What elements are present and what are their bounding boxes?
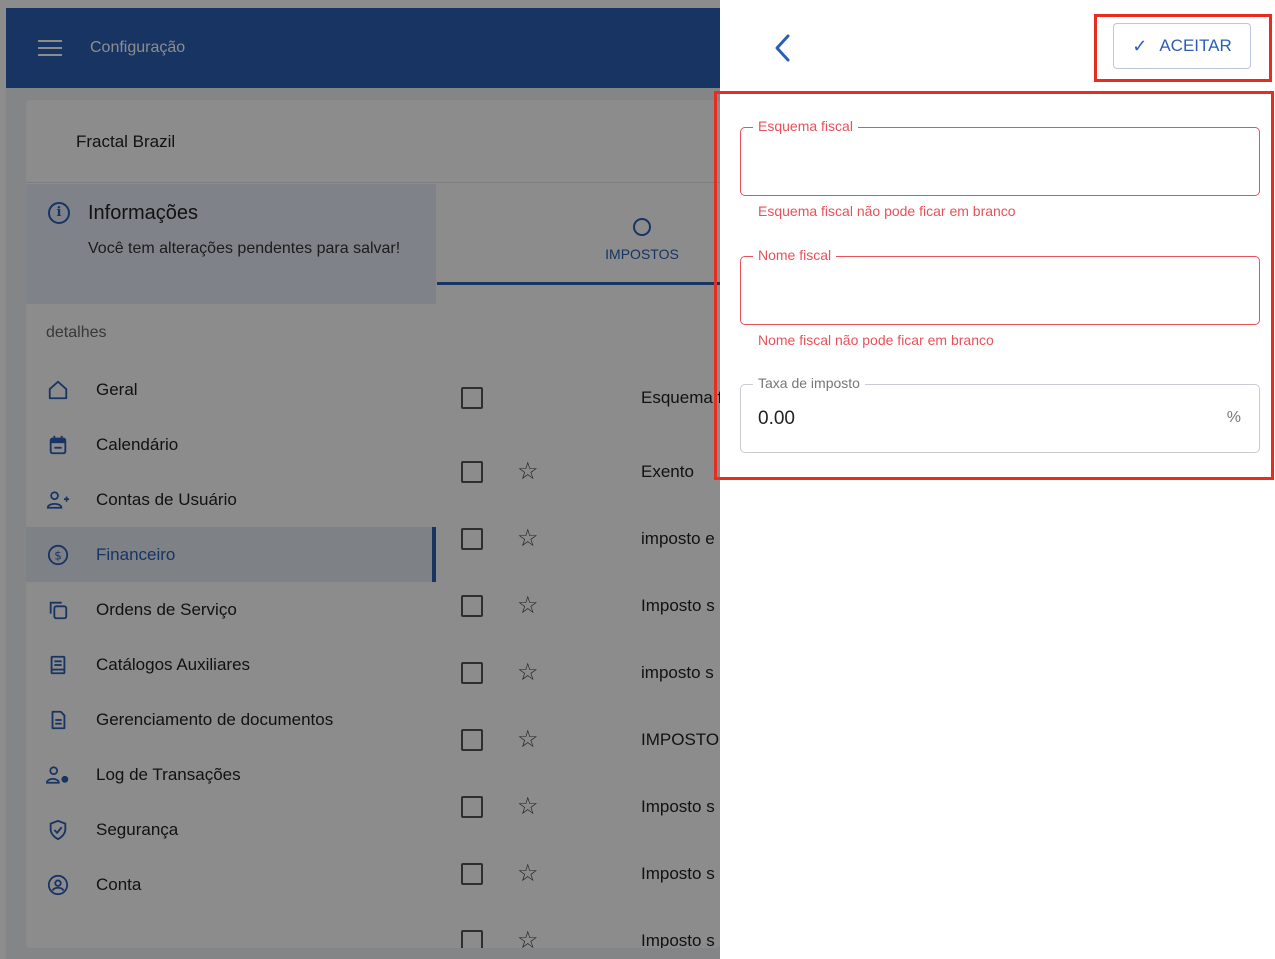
esquema-fiscal-error: Esquema fiscal não pode ficar em branco (758, 203, 1016, 219)
chevron-left-icon (775, 34, 790, 62)
nome-fiscal-label: Nome fiscal (753, 247, 837, 263)
back-button[interactable] (768, 30, 798, 66)
accept-label: ACEITAR (1159, 36, 1232, 55)
taxa-de-imposto-field[interactable]: Taxa de imposto 0.00 % (740, 375, 1260, 453)
percent-suffix: % (1226, 409, 1241, 426)
nome-fiscal-error: Nome fiscal não pode ficar em branco (758, 332, 994, 348)
modal-backdrop[interactable] (0, 0, 720, 959)
esquema-fiscal-label: Esquema fiscal (753, 118, 858, 134)
nome-fiscal-field[interactable]: Nome fiscal (740, 247, 1260, 325)
accept-button[interactable]: ✓ ACEITAR (1113, 23, 1251, 69)
settings-app: Configuração Fractal Brazil i Informaçõe… (0, 0, 720, 959)
taxa-de-imposto-label: Taxa de imposto (753, 375, 865, 391)
esquema-fiscal-field[interactable]: Esquema fiscal (740, 118, 1260, 196)
tax-edit-panel: ✓ ACEITAR Esquema fiscal Esquema fiscal … (714, 0, 1275, 959)
taxa-de-imposto-value: 0.00 (758, 408, 795, 429)
check-icon: ✓ (1132, 35, 1148, 56)
